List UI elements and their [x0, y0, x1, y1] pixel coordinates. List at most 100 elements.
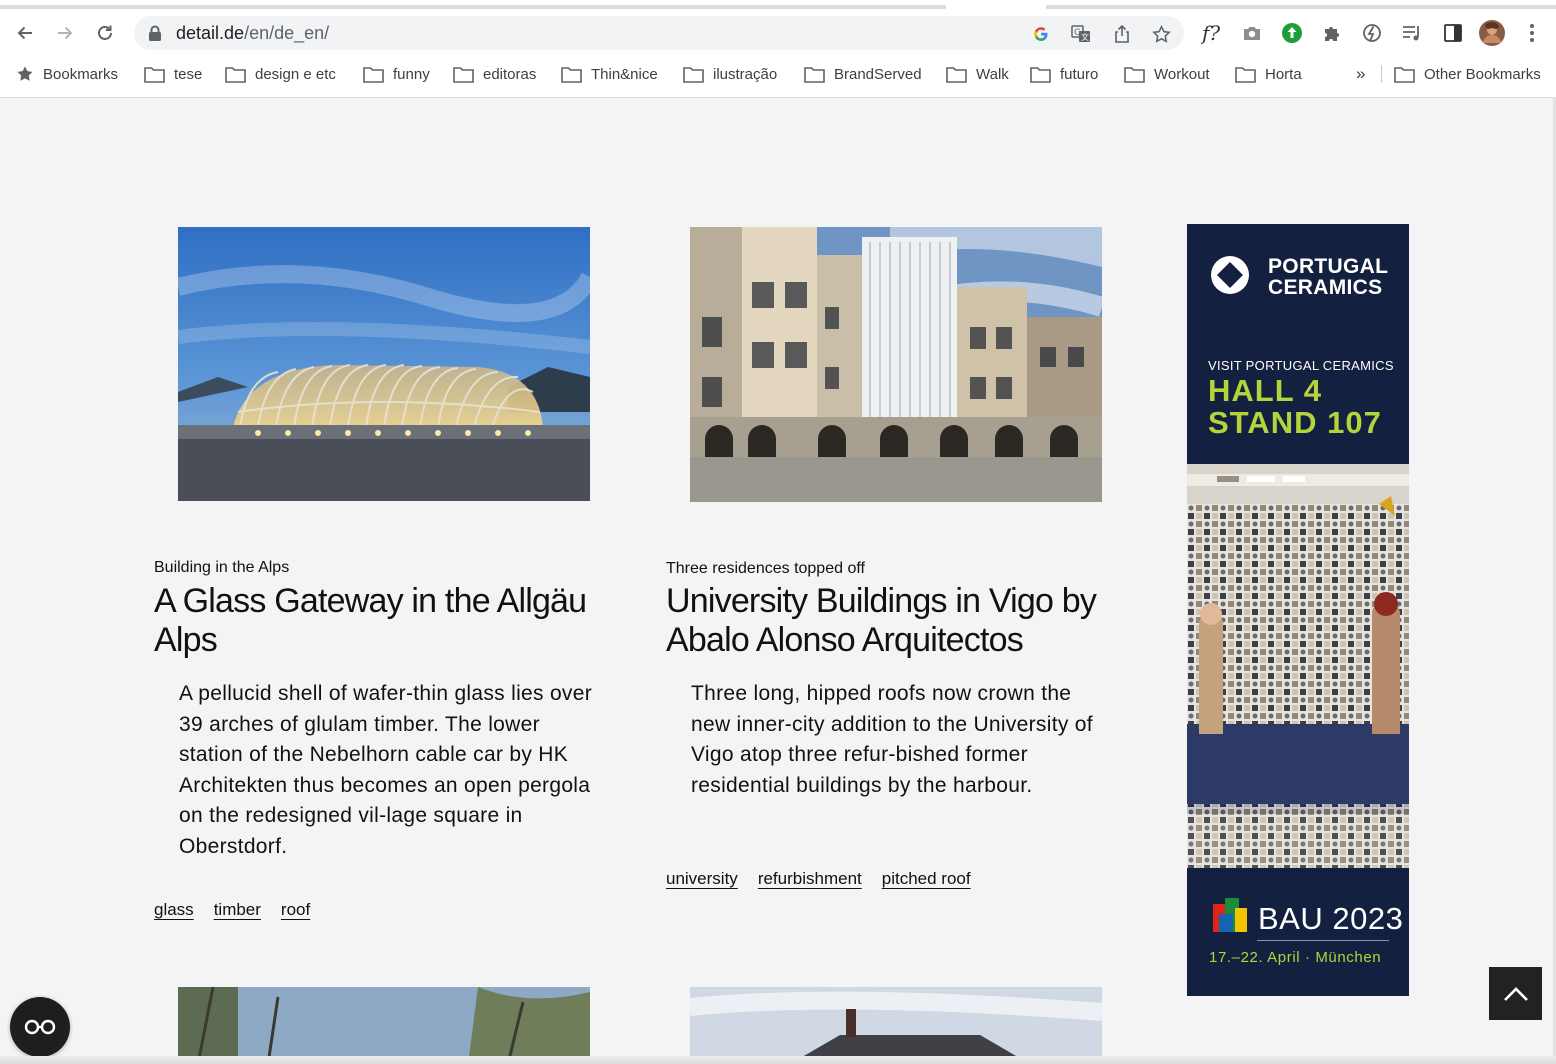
bookmark-folder-tese[interactable]: tese	[144, 63, 202, 85]
fx-extension-icon[interactable]: f?	[1197, 19, 1225, 47]
bookmark-label: futuro	[1060, 65, 1099, 83]
article-excerpt: A pellucid shell of wafer-thin glass lie…	[179, 682, 592, 858]
article-tags: university refurbishment pitched roof	[666, 869, 971, 889]
ad-banner-portugal-ceramics[interactable]: PORTUGAL CERAMICS VISIT PORTUGAL CERAMIC…	[1187, 224, 1409, 996]
folder-icon	[804, 66, 825, 83]
bookmark-folder-walk[interactable]: Walk	[946, 63, 1009, 85]
star-icon	[17, 66, 33, 81]
bookmark-label: tese	[174, 65, 203, 83]
bookmark-label: funny	[393, 65, 430, 83]
reload-icon	[98, 25, 112, 40]
url-host: detail.de	[176, 23, 245, 43]
forward-button[interactable]	[50, 18, 80, 48]
bookmarks-divider	[1381, 65, 1382, 83]
horizontal-scrollbar[interactable]	[0, 1056, 1556, 1064]
bookmark-folder-funny[interactable]: funny	[363, 63, 430, 85]
bookmark-folder-editoras[interactable]: editoras	[453, 63, 536, 85]
bookmark-label: Workout	[1154, 65, 1210, 83]
tag-link[interactable]: glass	[154, 900, 194, 920]
ad-hall: HALL 4	[1208, 373, 1322, 408]
bookmarks-bar: Bookmarks tese design e etc funny editor…	[0, 60, 1556, 88]
bookmark-folder-ilustracao[interactable]: ilustração	[683, 63, 777, 85]
article-image-glass-gateway[interactable]	[178, 227, 590, 501]
back-button[interactable]	[10, 18, 40, 48]
speed-extension-icon[interactable]	[1358, 19, 1386, 47]
ad-brand-line: PORTUGAL	[1268, 255, 1389, 278]
address-bar[interactable]: detail.de/en/de_en/ G文	[134, 16, 1184, 50]
scroll-to-top-button[interactable]	[1489, 967, 1542, 1020]
folder-icon	[453, 66, 474, 83]
article-image-vigo-university[interactable]	[690, 227, 1102, 502]
ad-brand-line: CERAMICS	[1268, 276, 1383, 299]
bookmarks-overflow-button[interactable]: »	[1356, 63, 1365, 85]
ad-photo-tiles	[1187, 464, 1409, 868]
bookmark-folder-brandserved[interactable]: BrandServed	[804, 63, 922, 85]
lock-icon	[149, 25, 161, 41]
bookmark-label: BrandServed	[834, 65, 922, 83]
tag-link[interactable]: timber	[214, 900, 261, 920]
bookmark-folder-futuro[interactable]: futuro	[1030, 63, 1098, 85]
camera-icon[interactable]	[1238, 19, 1266, 47]
bookmark-folder-thin-nice[interactable]: Thin&nice	[561, 63, 658, 85]
tag-link[interactable]: pitched roof	[882, 869, 971, 889]
bookmark-label: Thin&nice	[591, 65, 658, 83]
article-title-link[interactable]: University Buildings in Vigo by Abalo Al…	[666, 582, 1136, 660]
bookmark-bookmarks[interactable]: Bookmarks	[16, 63, 118, 85]
article-image-next-2[interactable]	[690, 987, 1102, 1064]
bookmark-folder-workout[interactable]: Workout	[1124, 63, 1210, 85]
chevron-up-icon	[1503, 986, 1528, 1001]
portugal-ceramics-logo	[1211, 256, 1249, 294]
google-icon[interactable]	[1030, 23, 1052, 45]
side-panel-icon[interactable]	[1439, 19, 1467, 47]
article-title-link[interactable]: A Glass Gateway in the Allgäu Alps	[154, 582, 594, 660]
folder-icon	[1394, 66, 1415, 83]
browser-chrome: detail.de/en/de_en/ G文 f? Bookmarks tese…	[0, 0, 1556, 98]
folder-icon	[1124, 66, 1145, 83]
bookmark-folder-horta[interactable]: Horta	[1235, 63, 1302, 85]
ad-dates: 17.–22. April · München	[1209, 949, 1382, 966]
article-kicker: Three residences topped off	[666, 560, 865, 577]
tab-strip	[0, 0, 1556, 9]
bookmark-folder-other[interactable]: Other Bookmarks	[1394, 63, 1541, 85]
toolbar: detail.de/en/de_en/ G文 f?	[0, 12, 1556, 56]
profile-avatar[interactable]	[1478, 19, 1506, 47]
article-image-next-1[interactable]	[178, 987, 590, 1064]
share-icon[interactable]	[1111, 23, 1133, 45]
tag-link[interactable]: roof	[281, 900, 310, 920]
tag-link[interactable]: university	[666, 869, 738, 889]
url-text[interactable]: detail.de/en/de_en/	[176, 23, 329, 44]
bookmark-label: Horta	[1265, 65, 1302, 83]
folder-icon	[1030, 66, 1051, 83]
tab-strip-bar	[1046, 5, 1556, 9]
tag-link[interactable]: refurbishment	[758, 869, 862, 889]
ad-bau-title: BAU 2023	[1258, 901, 1404, 936]
ad-visit-text: VISIT PORTUGAL CERAMICS	[1208, 358, 1394, 373]
article-excerpt: Three long, hipped roofs now crown the n…	[691, 682, 1093, 797]
arrow-right-icon	[58, 26, 73, 40]
folder-icon	[946, 66, 967, 83]
reader-mode-button[interactable]	[10, 997, 70, 1057]
reading-list-icon[interactable]	[1398, 19, 1426, 47]
tab-strip-bar	[0, 5, 946, 9]
folder-icon	[363, 66, 384, 83]
bau-logo-icon	[1213, 898, 1247, 932]
article-kicker: Building in the Alps	[154, 559, 290, 576]
folder-icon	[1235, 66, 1256, 83]
glasses-icon	[24, 1019, 56, 1035]
bookmark-label: Bookmarks	[43, 65, 119, 83]
translate-icon[interactable]: G文	[1070, 23, 1092, 45]
bookmark-label: design e etc	[255, 65, 336, 83]
green-extension-icon[interactable]	[1278, 19, 1306, 47]
bookmark-folder-design[interactable]: design e etc	[225, 63, 336, 85]
reload-button[interactable]	[90, 18, 120, 48]
bookmark-star-icon[interactable]	[1150, 23, 1172, 45]
ad-stand: STAND 107	[1208, 405, 1382, 440]
bookmark-label: ilustração	[713, 65, 778, 83]
bookmark-label: editoras	[483, 65, 537, 83]
puzzle-icon[interactable]	[1318, 19, 1346, 47]
arrow-left-icon	[17, 26, 32, 40]
bookmark-label: Walk	[976, 65, 1009, 83]
ad-hall-stand: HALL 4 STAND 107	[1208, 375, 1382, 439]
article-tags: glass timber roof	[154, 900, 310, 920]
kebab-menu-icon[interactable]	[1518, 19, 1546, 47]
